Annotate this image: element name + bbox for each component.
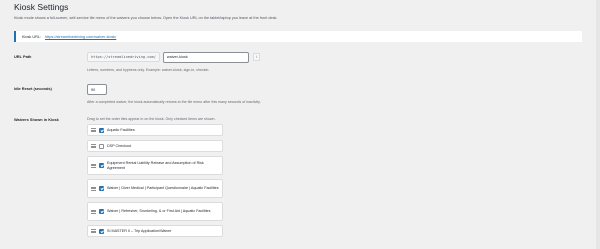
url-path-label: URL Path: [14, 54, 32, 59]
drag-handle-icon[interactable]: [91, 163, 96, 168]
waiver-item[interactable]: Waiver | Diver Medical | Participant Que…: [87, 179, 223, 198]
drag-handle-icon[interactable]: [91, 209, 96, 214]
waiver-checkbox[interactable]: [99, 228, 104, 234]
idle-reset-help: After a completed waiver, the kiosk auto…: [87, 100, 261, 104]
drag-handle-icon[interactable]: [91, 128, 96, 132]
waiver-checkbox[interactable]: [99, 186, 104, 191]
scrollbar[interactable]: [596, 0, 600, 249]
waiver-label: DSP Checkout: [107, 143, 132, 148]
waiver-item[interactable]: Waiver | Refresher, Snorkeling, & or Fir…: [87, 202, 223, 221]
url-path-input[interactable]: waiver-kiosk: [162, 51, 249, 63]
kiosk-url-link[interactable]: https://streamlinedriving.com/waiver-kio…: [45, 35, 116, 39]
waiver-checkbox[interactable]: [99, 209, 104, 214]
waiver-label: Equipment Rental Liability Release and A…: [107, 160, 204, 170]
url-path-row: https://streamlinedriving.com/ waiver-ki…: [87, 51, 260, 63]
kiosk-url-notice: Kiosk URL: https://streamlinedriving.com…: [14, 31, 582, 42]
waiver-item[interactable]: SI MASTER II – Trip Application/Waiver: [87, 225, 223, 237]
url-suffix: /: [252, 53, 260, 61]
waiver-item[interactable]: DSP Checkout: [87, 140, 223, 152]
intro-text: Kiosk mode shows a full-screen, self-ser…: [14, 16, 278, 20]
url-path-help: Letters, numbers, and hyphens only. Exam…: [87, 68, 210, 72]
url-prefix: https://streamlinedriving.com/: [87, 52, 160, 62]
waiver-label: Waiver | Refresher, Snorkeling, & or Fir…: [107, 209, 211, 213]
waiver-checkbox[interactable]: [99, 127, 104, 133]
waiver-item[interactable]: Aquatic Facilities: [87, 124, 223, 136]
kiosk-url-label: Kiosk URL:: [22, 34, 41, 39]
waiver-label: Waiver | Diver Medical | Participant Que…: [107, 186, 219, 190]
waiver-checkbox[interactable]: [99, 163, 104, 168]
idle-reset-label: Idle Reset (seconds): [14, 86, 52, 91]
page-title: Kiosk Settings: [14, 2, 69, 12]
drag-handle-icon[interactable]: [91, 144, 96, 148]
idle-reset-input[interactable]: 90: [87, 84, 107, 95]
waivers-label: Waivers Shown in Kiosk: [14, 117, 59, 122]
waiver-label: Aquatic Facilities: [107, 127, 135, 132]
drag-handle-icon[interactable]: [91, 229, 96, 233]
waiver-checkbox[interactable]: [99, 143, 104, 149]
waiver-item[interactable]: Equipment Rental Liability Release and A…: [87, 156, 223, 175]
drag-handle-icon[interactable]: [91, 186, 96, 191]
waiver-label: SI MASTER II – Trip Application/Waiver: [107, 228, 172, 233]
waivers-help: Drag to set the order tiles appear in on…: [87, 117, 216, 121]
